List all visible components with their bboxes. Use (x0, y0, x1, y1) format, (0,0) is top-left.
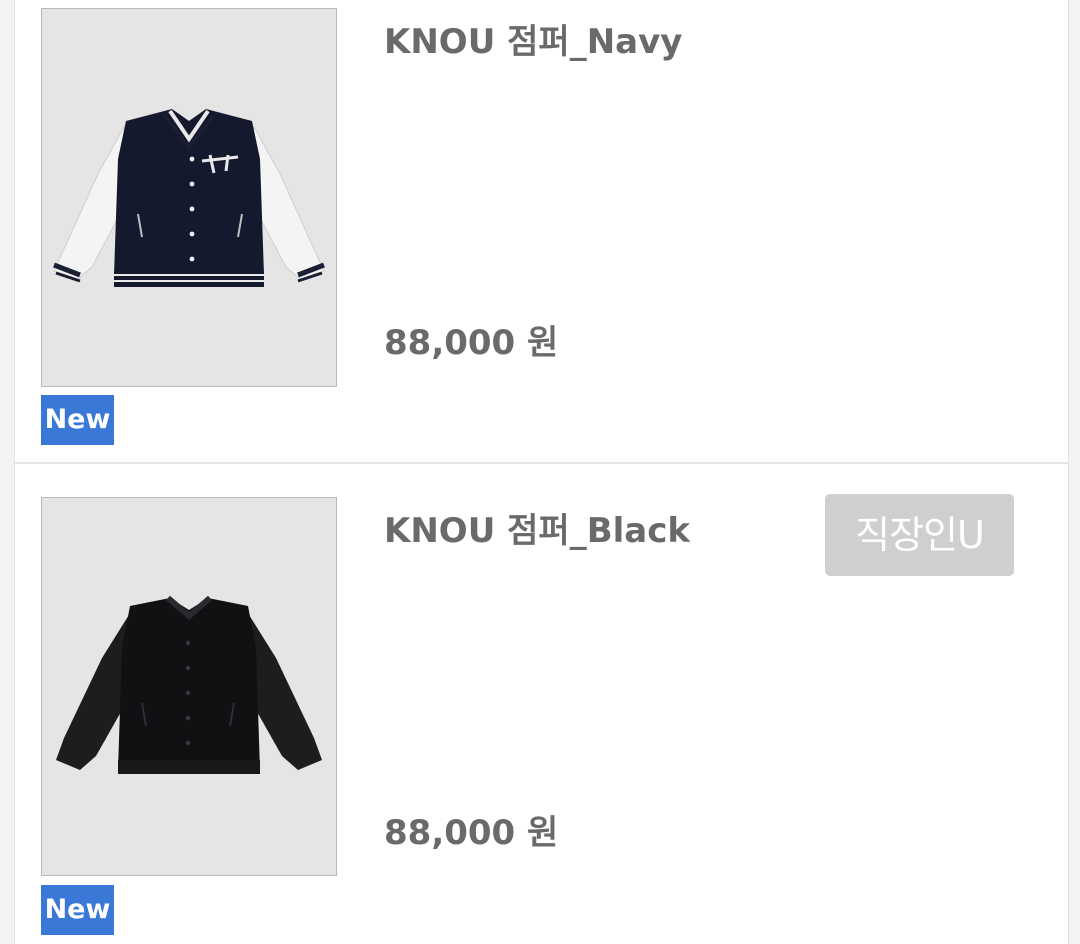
product-thumbnail[interactable] (41, 497, 337, 876)
product-card[interactable]: New KNOU 점퍼_Black 직장인U 88,000 원 (15, 463, 1068, 935)
product-price: 88,000 원 (384, 323, 559, 363)
product-list: New KNOU 점퍼_Navy 88,000 원 New KNOU 점퍼_Bl… (14, 0, 1069, 944)
product-card[interactable]: New KNOU 점퍼_Navy 88,000 원 (15, 0, 1068, 464)
navy-jacket-image (53, 109, 325, 287)
new-badge: New (41, 885, 114, 935)
product-title[interactable]: KNOU 점퍼_Navy (384, 14, 682, 63)
product-title[interactable]: KNOU 점퍼_Black (384, 503, 690, 552)
black-jacket-image (56, 595, 322, 774)
new-badge: New (41, 395, 114, 445)
product-thumbnail[interactable] (41, 8, 337, 387)
product-price: 88,000 원 (384, 813, 559, 853)
category-tag: 직장인U (825, 494, 1014, 576)
